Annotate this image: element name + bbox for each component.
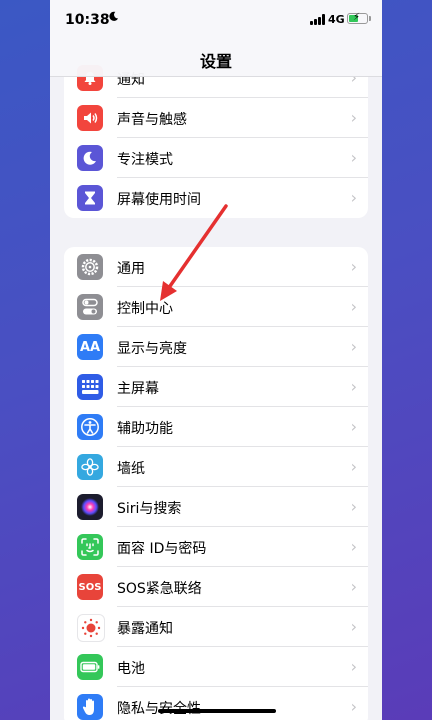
- signal-icon: [310, 14, 326, 25]
- battery-status-icon: ⚡: [347, 12, 368, 24]
- battery-cap: [369, 16, 371, 21]
- page-title: 设置: [199, 52, 232, 71]
- moon-icon: [109, 11, 119, 21]
- annotation-arrow: [160, 204, 228, 301]
- network-type: 4G: [328, 13, 345, 26]
- status-bar: 10:38 4G ⚡: [50, 0, 382, 40]
- status-time: 10:38: [65, 12, 110, 28]
